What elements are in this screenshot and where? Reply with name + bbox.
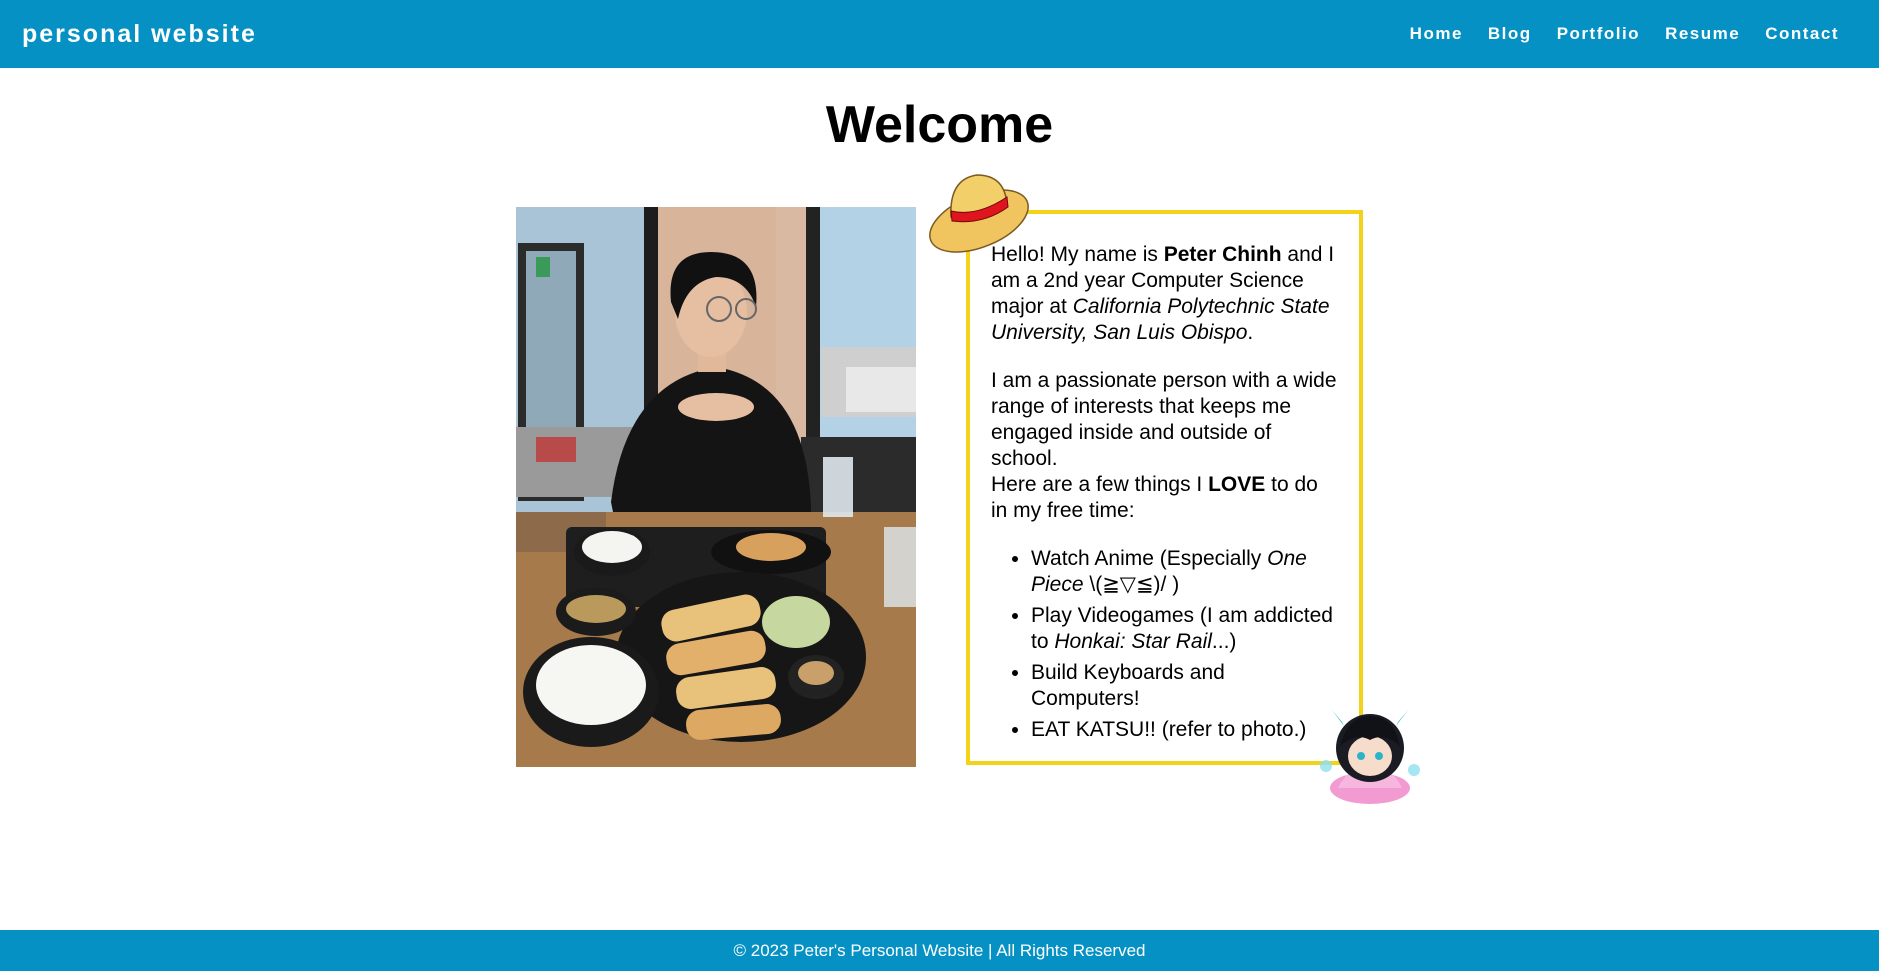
- nav-link-blog[interactable]: Blog: [1488, 24, 1532, 44]
- nav-link-home[interactable]: Home: [1410, 24, 1463, 44]
- list-item-katsu: EAT KATSU!! (refer to photo.): [1031, 717, 1339, 743]
- nav-link-resume[interactable]: Resume: [1665, 24, 1740, 44]
- nav-link-portfolio[interactable]: Portfolio: [1557, 24, 1640, 44]
- love-paragraph: Here are a few things I LOVE to do in my…: [991, 473, 1318, 522]
- list-item-keyboards: Build Keyboards and Computers!: [1031, 660, 1339, 712]
- passion-paragraph: I am a passionate person with a wide ran…: [991, 369, 1337, 470]
- list-item-games: Play Videogames (I am addicted to Honkai…: [1031, 603, 1339, 655]
- site-header: personal website Home Blog Portfolio Res…: [0, 0, 1879, 68]
- chibi-character-icon: [1318, 696, 1422, 808]
- straw-hat-icon: [927, 165, 1033, 253]
- author-name: Peter Chinh: [1163, 243, 1282, 266]
- about-me-box: Hello! My name is Peter Chinh and I am a…: [966, 210, 1363, 765]
- main-nav: Home Blog Portfolio Resume Contact: [1410, 24, 1857, 44]
- list-item-anime: Watch Anime (Especially One Piece \(≧▽≦)…: [1031, 546, 1339, 598]
- intro-paragraph: Hello! My name is Peter Chinh and I am a…: [991, 243, 1335, 344]
- site-footer: © 2023 Peter's Personal Website | All Ri…: [0, 930, 1879, 971]
- profile-photo: [516, 207, 916, 767]
- page-title: Welcome: [825, 96, 1054, 154]
- copyright-text: © 2023 Peter's Personal Website | All Ri…: [733, 940, 1146, 960]
- site-brand[interactable]: personal website: [22, 20, 257, 49]
- nav-link-contact[interactable]: Contact: [1765, 24, 1839, 44]
- hobbies-list: Watch Anime (Especially One Piece \(≧▽≦)…: [991, 546, 1339, 743]
